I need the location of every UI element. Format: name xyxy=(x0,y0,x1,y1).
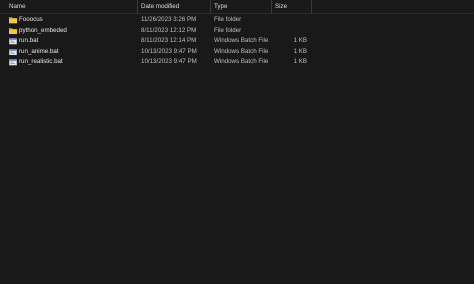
file-explorer-details-view: Name ^ Date modified Type Size Fooocus 1… xyxy=(0,0,474,284)
file-name: python_embeded xyxy=(19,26,67,34)
column-header-type[interactable]: Type xyxy=(210,0,271,13)
file-name: run.bat xyxy=(19,37,39,44)
file-size: 1 KB xyxy=(293,47,307,55)
file-date-modified: 11/26/2023 3:26 PM xyxy=(141,16,197,23)
folder-icon xyxy=(9,27,17,34)
sort-indicator-icon: ^ xyxy=(69,0,72,4)
file-name: Fooocus xyxy=(19,16,43,23)
column-header-bar: Name ^ Date modified Type Size xyxy=(0,0,474,14)
file-date-modified: 10/13/2023 9:47 PM xyxy=(141,47,197,55)
file-row-run-realistic-bat[interactable]: run_realistic.bat 10/13/2023 9:47 PM Win… xyxy=(0,57,474,68)
column-divider[interactable] xyxy=(311,0,312,13)
file-row-fooocus[interactable]: Fooocus 11/26/2023 3:26 PM File folder xyxy=(0,15,474,26)
file-row-python-embeded[interactable]: python_embeded 8/11/2023 12:12 PM File f… xyxy=(0,26,474,37)
file-date-modified: 10/13/2023 9:47 PM xyxy=(141,58,197,65)
file-date-modified: 8/11/2023 12:14 PM xyxy=(141,37,197,44)
file-name: run_realistic.bat xyxy=(19,58,63,65)
column-header-size[interactable]: Size xyxy=(271,0,311,13)
file-size xyxy=(272,15,307,26)
file-date-modified: 8/11/2023 12:12 PM xyxy=(141,26,197,34)
file-type: Windows Batch File xyxy=(214,47,269,55)
file-type: File folder xyxy=(214,16,242,23)
file-row-run-anime-bat[interactable]: run_anime.bat 10/13/2023 9:47 PM Windows… xyxy=(0,47,474,58)
file-list: Fooocus 11/26/2023 3:26 PM File folder p… xyxy=(0,15,474,68)
file-size: 1 KB xyxy=(293,37,307,44)
file-size xyxy=(272,26,307,37)
folder-icon xyxy=(9,17,17,24)
batch-file-icon xyxy=(9,48,17,55)
file-type: Windows Batch File xyxy=(214,37,269,44)
file-name: run_anime.bat xyxy=(19,47,59,55)
file-type: File folder xyxy=(214,26,242,34)
batch-file-icon xyxy=(9,38,17,45)
file-row-run-bat[interactable]: run.bat 8/11/2023 12:14 PM Windows Batch… xyxy=(0,36,474,47)
column-header-date-modified[interactable]: Date modified xyxy=(137,0,210,13)
batch-file-icon xyxy=(9,59,17,66)
file-type: Windows Batch File xyxy=(214,58,269,65)
file-size: 1 KB xyxy=(293,58,307,65)
